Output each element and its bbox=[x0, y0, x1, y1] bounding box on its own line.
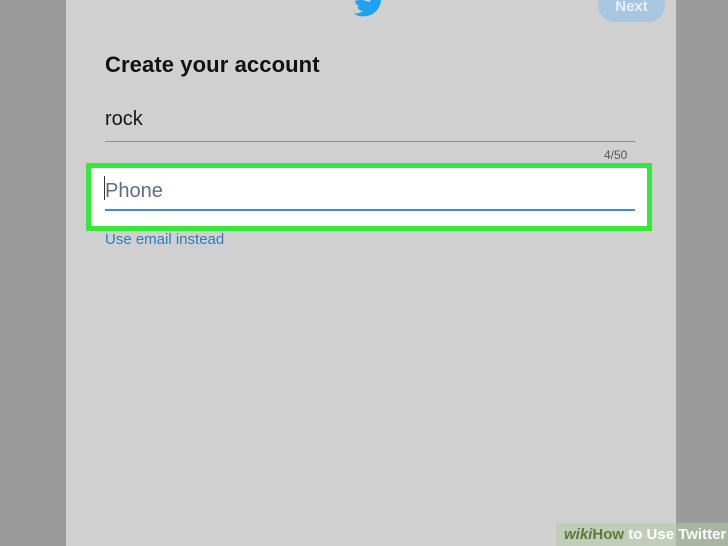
name-underline bbox=[105, 141, 635, 142]
wikihow-watermark: wikiHow to Use Twitter bbox=[556, 523, 728, 546]
watermark-how: How bbox=[592, 526, 625, 543]
phone-input[interactable] bbox=[105, 172, 635, 210]
signup-modal bbox=[66, 0, 676, 546]
name-field[interactable]: rock bbox=[105, 108, 635, 142]
phone-underline bbox=[105, 209, 635, 211]
watermark-wiki: wiki bbox=[564, 526, 593, 543]
watermark-rest: to Use Twitter bbox=[624, 526, 727, 543]
next-button[interactable]: Next bbox=[598, 0, 665, 22]
page-title: Create your account bbox=[105, 52, 320, 77]
use-email-link[interactable]: Use email instead bbox=[105, 231, 224, 248]
twitter-bird-icon bbox=[354, 0, 382, 17]
name-value: rock bbox=[105, 108, 143, 130]
text-cursor bbox=[104, 176, 105, 200]
name-character-counter: 4/50 bbox=[604, 148, 628, 162]
